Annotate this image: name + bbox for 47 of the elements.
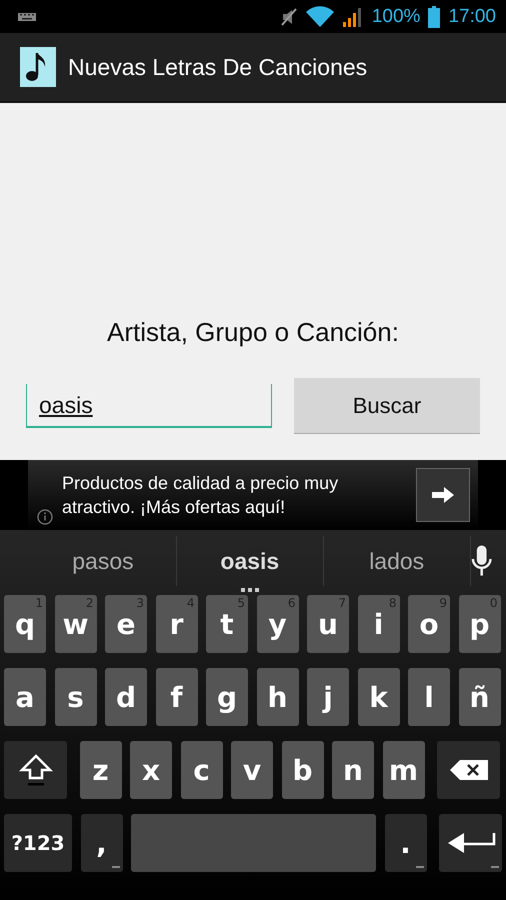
letter-key[interactable]: n [332, 741, 374, 799]
more-dots-icon [240, 588, 259, 592]
battery-percent: 100% [372, 6, 420, 28]
suggestion[interactable]: oasis [220, 548, 280, 574]
letter-key[interactable]: f [156, 668, 198, 726]
shift-icon [18, 753, 52, 787]
microphone-icon[interactable] [470, 545, 492, 577]
enter-key[interactable] [439, 814, 502, 872]
letter-key[interactable]: x [130, 741, 172, 799]
battery-icon [428, 6, 440, 28]
muted-speaker-icon [280, 6, 298, 26]
enter-arrow-icon [446, 831, 496, 855]
letter-key[interactable]: b [282, 741, 324, 799]
letter-key[interactable]: m [382, 741, 424, 799]
arrow-icon [430, 485, 456, 505]
wifi-icon [306, 6, 334, 28]
music-note-icon [20, 47, 56, 87]
symbols-key[interactable]: ?123 [4, 814, 72, 872]
letter-key[interactable]: d [105, 668, 147, 726]
shift-key[interactable] [4, 741, 67, 799]
clock: 17:00 [448, 6, 496, 28]
keyboard-icon [18, 12, 36, 20]
period-key[interactable]: . [384, 814, 426, 872]
letter-key[interactable]: j [307, 668, 349, 726]
delete-key[interactable] [437, 741, 500, 799]
letter-key[interactable]: h [256, 668, 298, 726]
app-title: Nuevas Letras De Canciones [68, 54, 368, 80]
suggestion[interactable]: lados [369, 548, 424, 574]
search-button[interactable]: Buscar [294, 378, 480, 434]
search-label: Artista, Grupo o Canción: [107, 317, 399, 348]
letter-key[interactable]: v [231, 741, 273, 799]
backspace-icon [450, 760, 488, 780]
letter-key[interactable]: c [180, 741, 222, 799]
letter-key[interactable]: ñ [458, 668, 500, 726]
search-field[interactable]: oasis [26, 384, 272, 428]
letter-key[interactable]: l [408, 668, 450, 726]
letter-key[interactable]: a [4, 668, 46, 726]
comma-key[interactable]: , [80, 814, 122, 872]
letter-key[interactable]: g [206, 668, 248, 726]
ad-arrow-button[interactable] [416, 468, 470, 522]
letter-key[interactable]: s [54, 668, 96, 726]
suggestion[interactable]: pasos [72, 548, 134, 574]
letter-key[interactable]: z [80, 741, 122, 799]
ad-text: Productos de calidad a precio muy atractivo. ¡Más ofertas aquí! [62, 472, 340, 519]
letter-key[interactable]: k [358, 668, 400, 726]
signal-icon [342, 6, 364, 28]
info-icon[interactable] [36, 508, 54, 526]
